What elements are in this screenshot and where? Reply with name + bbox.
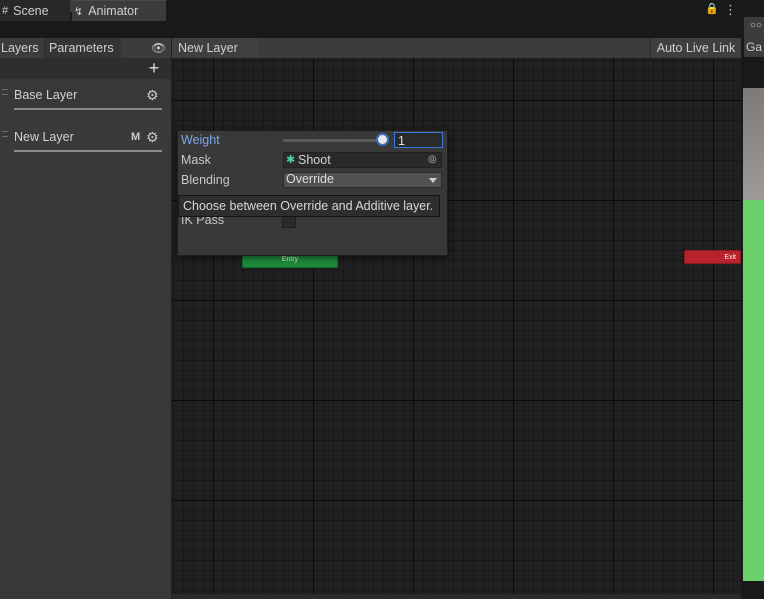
drag-handle-icon[interactable]: [2, 131, 8, 137]
game-viewport-sky: [743, 88, 764, 200]
gear-icon[interactable]: ⚙: [146, 130, 160, 144]
tab-game-label: Ga: [746, 40, 763, 54]
auto-live-link-button[interactable]: Auto Live Link: [650, 38, 741, 58]
weight-slider-thumb[interactable]: [376, 133, 389, 146]
avatar-mask-icon: ✱: [286, 154, 296, 166]
blending-label: Blending: [181, 173, 230, 187]
weight-label: Weight: [181, 133, 220, 147]
layer-name-base: Base Layer: [14, 88, 78, 102]
tab-animator[interactable]: ↯ Animator: [72, 0, 166, 21]
horizontal-scrollbar[interactable]: [172, 594, 741, 599]
weight-input[interactable]: 1: [394, 132, 443, 148]
exit-node[interactable]: Exit: [684, 250, 741, 264]
object-picker-icon[interactable]: ◎: [428, 154, 439, 165]
grid-icon: #: [2, 4, 9, 17]
animator-icon: ↯: [74, 5, 84, 18]
mask-label: Mask: [181, 153, 211, 167]
mask-value: Shoot: [298, 153, 331, 167]
tab-layers[interactable]: Layers: [0, 38, 45, 58]
gamepad-icon: ○○: [750, 20, 763, 31]
chevron-down-icon: [429, 178, 437, 183]
more-options-icon[interactable]: ⋮: [724, 2, 737, 18]
blending-value: Override: [286, 172, 334, 186]
weight-slider-fill: [283, 139, 383, 142]
layer-weight-bar: [14, 108, 162, 110]
gear-icon[interactable]: ⚙: [146, 88, 160, 102]
tab-parameters[interactable]: Parameters: [45, 38, 121, 58]
breadcrumb[interactable]: New Layer: [172, 38, 258, 58]
eye-icon[interactable]: 👁: [151, 41, 167, 55]
tab-animator-label: Animator: [88, 4, 139, 18]
layer-weight-bar: [14, 150, 162, 152]
mask-badge: M: [131, 131, 141, 143]
lock-icon[interactable]: 🔒: [705, 2, 719, 18]
tab-scene-label: Scene: [13, 3, 49, 18]
drag-handle-icon[interactable]: [2, 89, 8, 95]
add-layer-button[interactable]: +: [146, 59, 162, 77]
breadcrumb-arrow: [252, 38, 258, 58]
tab-scene[interactable]: # Scene: [0, 0, 70, 21]
layer-settings-popup: [177, 130, 448, 256]
tooltip: Choose between Override and Additive lay…: [178, 195, 440, 217]
layer-name-new: New Layer: [14, 130, 74, 144]
